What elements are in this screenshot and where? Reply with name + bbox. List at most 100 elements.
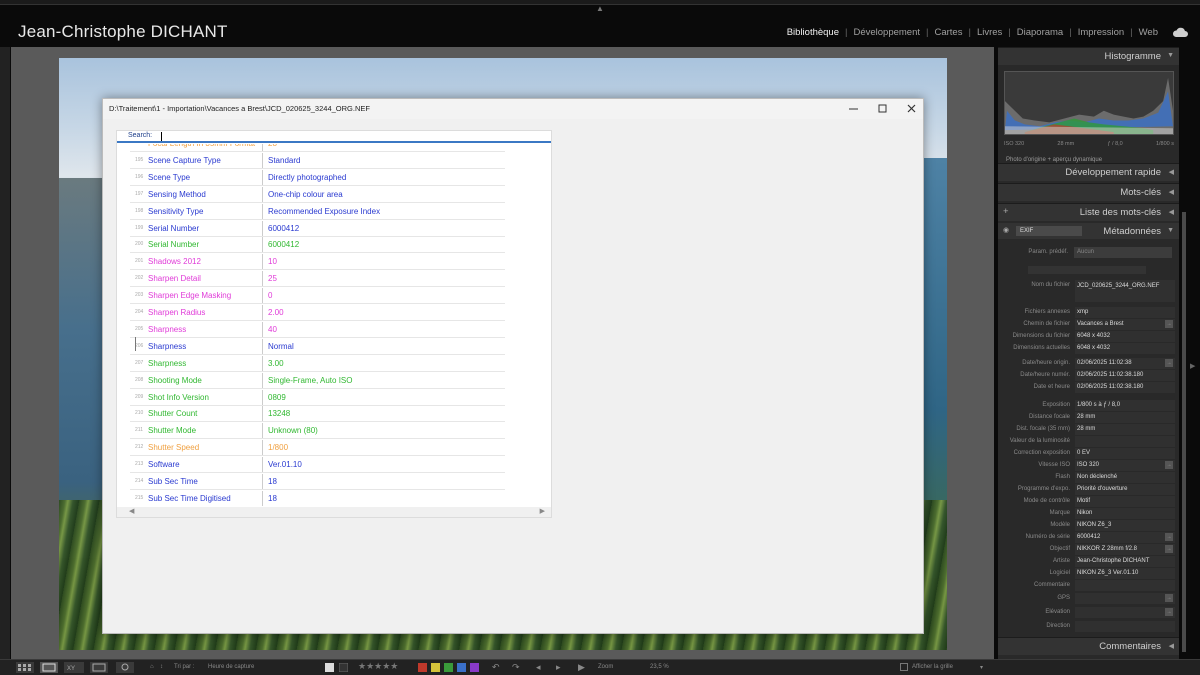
keyword-list-header[interactable]: + Liste des mots-clés ◀ <box>998 203 1179 221</box>
grid-view-icon[interactable] <box>16 662 34 675</box>
module-web[interactable]: Web <box>1139 27 1158 38</box>
slideshow-icon[interactable]: ▶ <box>578 662 585 673</box>
collapse-triangle-icon[interactable]: ▼ <box>1167 227 1174 234</box>
grid-checkbox[interactable] <box>900 663 908 673</box>
table-row[interactable]: 211 Shutter Mode Unknown (80) <box>130 422 505 440</box>
right-panel-toggle-icon[interactable]: ▶ <box>1190 362 1195 370</box>
reject-flag-icon[interactable] <box>338 662 349 674</box>
metadata-visibility-icon[interactable]: ◉ <box>1003 226 1009 234</box>
metadata-value[interactable]: 28 mm <box>1075 424 1175 435</box>
metadata-value[interactable]: Jean-Christophe DICHANT <box>1075 556 1175 567</box>
metadata-action-icon[interactable]: → <box>1165 320 1173 328</box>
table-row[interactable]: 197 Sensing Method One-chip colour area <box>130 186 505 203</box>
metadata-value[interactable] <box>1075 580 1175 591</box>
metadata-value[interactable]: 02/06/2025 11:02:38.180 <box>1075 382 1175 393</box>
toolbar-menu-icon[interactable]: ▾ <box>980 664 983 671</box>
module-cartes[interactable]: Cartes <box>934 27 962 38</box>
histogram-header[interactable]: Histogramme ▼ <box>998 47 1179 65</box>
close-button[interactable] <box>901 101 921 115</box>
preset-select[interactable]: Aucun <box>1074 247 1172 258</box>
cloud-sync-icon[interactable] <box>1172 26 1188 38</box>
table-row[interactable]: 203 Sharpen Edge Masking 0 <box>130 287 505 305</box>
module-bibliotheque[interactable]: Bibliothèque <box>787 27 839 38</box>
painter-icon[interactable]: ⌂ <box>150 664 154 670</box>
metadata-action-icon[interactable]: → <box>1165 461 1173 469</box>
metadata-header[interactable]: ◉ EXIF Métadonnées ▼ <box>998 223 1179 239</box>
sort-select[interactable]: Heure de capture <box>208 664 254 670</box>
metadata-tabs[interactable] <box>1028 266 1146 274</box>
metadata-value[interactable]: NIKON Z6_3 <box>1075 520 1175 531</box>
sort-direction-icon[interactable]: ↕ <box>160 664 163 670</box>
table-row[interactable]: 200 Serial Number 6000412 <box>130 236 505 254</box>
table-row[interactable]: 205 Sharpness 40 <box>130 321 505 338</box>
table-row[interactable]: 212 Shutter Speed 1/800 <box>130 439 505 457</box>
rotate-left-icon[interactable]: ↶ <box>492 662 500 673</box>
quick-develop-header[interactable]: Développement rapide ◀ <box>998 163 1179 181</box>
metadata-value[interactable]: ISO 320 <box>1075 460 1175 471</box>
metadata-value[interactable]: Non déclenché <box>1075 472 1175 483</box>
module-developpement[interactable]: Développement <box>853 27 920 38</box>
horizontal-scrollbar[interactable]: ◀ ▶ <box>117 507 551 517</box>
top-panel-toggle-icon[interactable]: ▲ <box>596 5 604 13</box>
window-title-bar[interactable]: D:\Traitement\1 - Importation\Vacances a… <box>103 99 923 119</box>
table-row[interactable]: 199 Serial Number 6000412 <box>130 220 505 237</box>
metadata-value[interactable] <box>1075 607 1175 618</box>
metadata-value[interactable]: NIKON Z6_3 Ver.01.10 <box>1075 568 1175 579</box>
metadata-value[interactable]: 02/06/2025 11:02:38 <box>1075 358 1175 369</box>
rating-stars-icon[interactable]: ★★★★★ <box>358 661 398 672</box>
scroll-left-icon[interactable]: ◀ <box>129 507 134 515</box>
metadata-value[interactable] <box>1075 621 1175 632</box>
metadata-value[interactable]: xmp <box>1075 307 1175 318</box>
table-row[interactable]: 208 Shooting Mode Single-Frame, Auto ISO <box>130 372 505 389</box>
table-row[interactable]: 201 Shadows 2012 10 <box>130 253 505 271</box>
table-row[interactable]: 198 Sensitivity Type Recommended Exposure … <box>130 203 505 220</box>
tag-list[interactable]: 194 Focal Length In 35mm Format 28 195 Scene… <box>117 144 551 506</box>
metadata-value[interactable]: 0 EV <box>1075 448 1175 459</box>
metadata-value[interactable]: Vacances a Brest <box>1075 319 1175 330</box>
comments-header[interactable]: Commentaires ◀ <box>998 637 1179 655</box>
metadata-value[interactable]: NIKKOR Z 28mm f/2.8 <box>1075 544 1175 555</box>
keywords-header[interactable]: Mots-clés ◀ <box>998 183 1179 201</box>
table-row[interactable]: 204 Sharpen Radius 2.00 <box>130 304 505 321</box>
survey-view-icon[interactable] <box>90 662 108 675</box>
table-row[interactable]: 195 Scene Capture Type Standard <box>130 152 505 169</box>
metadata-value[interactable]: 28 mm <box>1075 412 1175 423</box>
metadata-value[interactable]: 6048 x 4032 <box>1075 343 1175 354</box>
people-view-icon[interactable] <box>116 662 134 675</box>
metadata-action-icon[interactable]: → <box>1165 545 1173 553</box>
metadata-action-icon[interactable]: → <box>1165 359 1173 367</box>
search-input[interactable] <box>159 131 549 142</box>
table-row[interactable]: 209 Shot Info Version 0809 <box>130 389 505 406</box>
module-impression[interactable]: Impression <box>1078 27 1124 38</box>
table-row[interactable]: 206 Sharpness Normal <box>130 338 505 355</box>
module-livres[interactable]: Livres <box>977 27 1002 38</box>
table-row[interactable]: 194 Focal Length In 35mm Format 28 <box>130 144 505 152</box>
metadata-value[interactable]: 1/800 s à ƒ / 8,0 <box>1075 400 1175 411</box>
metadata-value[interactable]: JCD_020625_3244_ORG.NEF <box>1075 280 1175 302</box>
metadata-value[interactable]: 6048 x 4032 <box>1075 331 1175 342</box>
flag-icon[interactable] <box>325 663 334 674</box>
metadata-action-icon[interactable]: → <box>1165 533 1173 541</box>
metadata-view-select[interactable]: EXIF <box>1016 226 1082 236</box>
expand-triangle-icon[interactable]: ◀ <box>1169 208 1174 216</box>
metadata-value[interactable]: 02/06/2025 11:02:38.180 <box>1075 370 1175 381</box>
table-row[interactable]: 215 Sub Sec Time Digitised 18 <box>130 490 505 506</box>
metadata-value[interactable]: 6000412 <box>1075 532 1175 543</box>
table-row[interactable]: 196 Scene Type Directly photographed <box>130 169 505 186</box>
maximize-button[interactable] <box>872 101 892 115</box>
right-panel-scrollbar[interactable] <box>1182 212 1186 652</box>
minimize-button[interactable] <box>843 101 863 115</box>
scroll-right-icon[interactable]: ▶ <box>540 507 545 515</box>
rotate-right-icon[interactable]: ↷ <box>512 662 520 673</box>
add-keyword-icon[interactable]: + <box>1003 206 1009 217</box>
expand-triangle-icon[interactable]: ◀ <box>1169 188 1174 196</box>
next-icon[interactable]: ▸ <box>556 662 561 673</box>
loupe-view-icon[interactable] <box>40 662 58 675</box>
table-row[interactable]: 207 Sharpness 3.00 <box>130 355 505 372</box>
expand-triangle-icon[interactable]: ◀ <box>1169 642 1174 650</box>
compare-view-icon[interactable]: XY <box>64 662 84 675</box>
metadata-value[interactable] <box>1075 436 1175 447</box>
collapse-triangle-icon[interactable]: ▼ <box>1167 52 1174 59</box>
metadata-action-icon[interactable]: → <box>1165 608 1173 616</box>
metadata-value[interactable]: Motif <box>1075 496 1175 507</box>
